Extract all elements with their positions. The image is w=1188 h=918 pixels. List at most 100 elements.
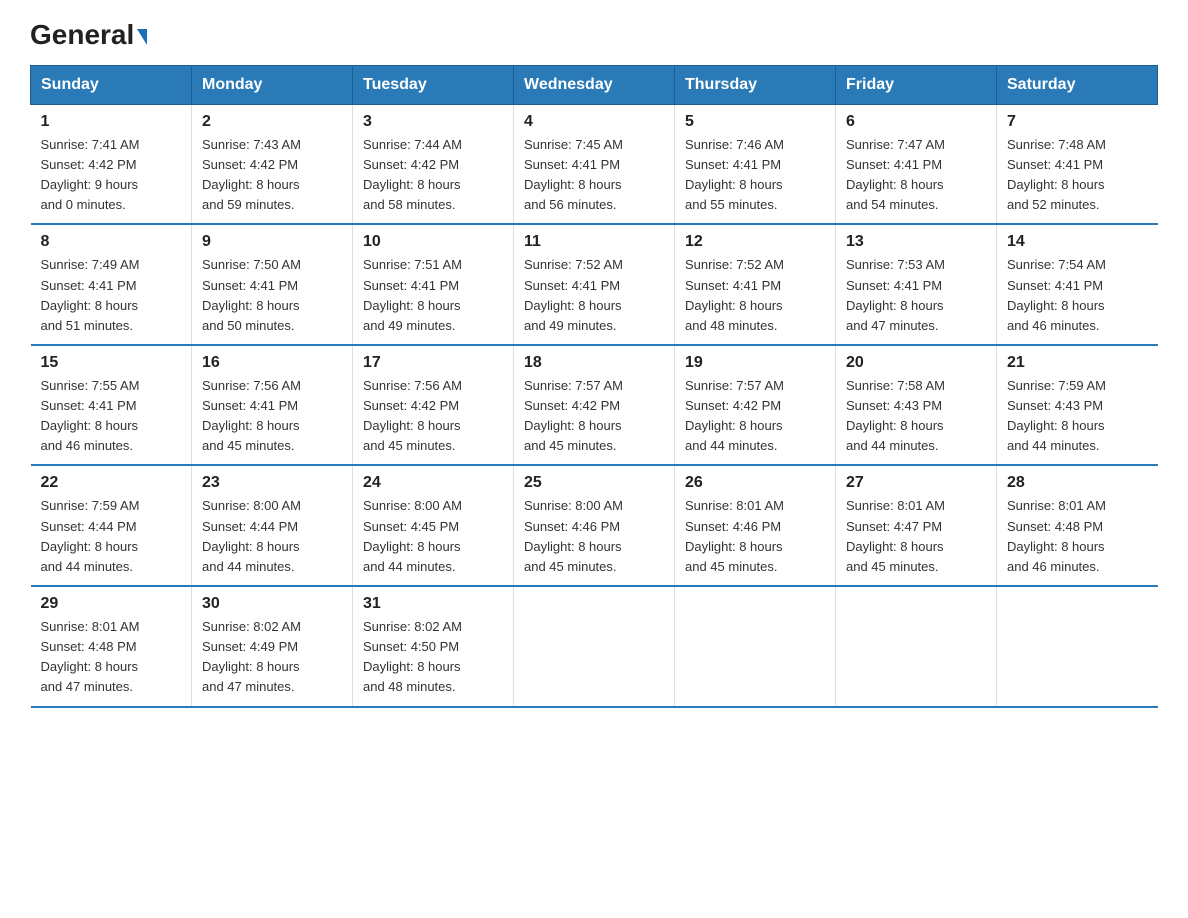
day-info: Sunrise: 7:43 AMSunset: 4:42 PMDaylight:… <box>202 135 342 216</box>
day-info: Sunrise: 7:46 AMSunset: 4:41 PMDaylight:… <box>685 135 825 216</box>
day-info: Sunrise: 8:01 AMSunset: 4:48 PMDaylight:… <box>1007 496 1148 577</box>
day-info: Sunrise: 7:48 AMSunset: 4:41 PMDaylight:… <box>1007 135 1148 216</box>
calendar-cell: 17 Sunrise: 7:56 AMSunset: 4:42 PMDaylig… <box>353 345 514 466</box>
day-number: 7 <box>1007 113 1148 131</box>
calendar-header: SundayMondayTuesdayWednesdayThursdayFrid… <box>31 65 1158 104</box>
weekday-header-thursday: Thursday <box>675 65 836 104</box>
day-number: 15 <box>41 354 182 372</box>
calendar-cell: 30 Sunrise: 8:02 AMSunset: 4:49 PMDaylig… <box>192 586 353 707</box>
day-number: 29 <box>41 595 182 613</box>
day-number: 17 <box>363 354 503 372</box>
day-info: Sunrise: 7:49 AMSunset: 4:41 PMDaylight:… <box>41 255 182 336</box>
day-number: 30 <box>202 595 342 613</box>
day-info: Sunrise: 8:02 AMSunset: 4:49 PMDaylight:… <box>202 617 342 698</box>
calendar-cell <box>836 586 997 707</box>
calendar-cell: 12 Sunrise: 7:52 AMSunset: 4:41 PMDaylig… <box>675 224 836 345</box>
day-number: 2 <box>202 113 342 131</box>
day-info: Sunrise: 8:01 AMSunset: 4:46 PMDaylight:… <box>685 496 825 577</box>
calendar-week-row: 22 Sunrise: 7:59 AMSunset: 4:44 PMDaylig… <box>31 465 1158 586</box>
day-number: 25 <box>524 474 664 492</box>
calendar-cell: 4 Sunrise: 7:45 AMSunset: 4:41 PMDayligh… <box>514 104 675 224</box>
day-number: 3 <box>363 113 503 131</box>
logo-name: General <box>30 20 147 51</box>
day-number: 4 <box>524 113 664 131</box>
calendar-cell: 19 Sunrise: 7:57 AMSunset: 4:42 PMDaylig… <box>675 345 836 466</box>
logo: General <box>30 20 147 47</box>
day-number: 31 <box>363 595 503 613</box>
day-number: 12 <box>685 233 825 251</box>
calendar-cell: 11 Sunrise: 7:52 AMSunset: 4:41 PMDaylig… <box>514 224 675 345</box>
day-info: Sunrise: 8:01 AMSunset: 4:48 PMDaylight:… <box>41 617 182 698</box>
calendar-cell <box>675 586 836 707</box>
day-info: Sunrise: 7:59 AMSunset: 4:44 PMDaylight:… <box>41 496 182 577</box>
day-number: 21 <box>1007 354 1148 372</box>
day-number: 11 <box>524 233 664 251</box>
calendar-cell: 20 Sunrise: 7:58 AMSunset: 4:43 PMDaylig… <box>836 345 997 466</box>
calendar-week-row: 15 Sunrise: 7:55 AMSunset: 4:41 PMDaylig… <box>31 345 1158 466</box>
calendar-cell: 25 Sunrise: 8:00 AMSunset: 4:46 PMDaylig… <box>514 465 675 586</box>
calendar-body: 1 Sunrise: 7:41 AMSunset: 4:42 PMDayligh… <box>31 104 1158 706</box>
day-number: 1 <box>41 113 182 131</box>
day-number: 10 <box>363 233 503 251</box>
calendar-cell: 22 Sunrise: 7:59 AMSunset: 4:44 PMDaylig… <box>31 465 192 586</box>
day-info: Sunrise: 7:56 AMSunset: 4:42 PMDaylight:… <box>363 376 503 457</box>
day-info: Sunrise: 7:58 AMSunset: 4:43 PMDaylight:… <box>846 376 986 457</box>
day-info: Sunrise: 8:02 AMSunset: 4:50 PMDaylight:… <box>363 617 503 698</box>
calendar-table: SundayMondayTuesdayWednesdayThursdayFrid… <box>30 65 1158 708</box>
day-info: Sunrise: 7:50 AMSunset: 4:41 PMDaylight:… <box>202 255 342 336</box>
calendar-cell <box>997 586 1158 707</box>
day-info: Sunrise: 7:53 AMSunset: 4:41 PMDaylight:… <box>846 255 986 336</box>
calendar-cell: 1 Sunrise: 7:41 AMSunset: 4:42 PMDayligh… <box>31 104 192 224</box>
page-header: General <box>30 20 1158 47</box>
calendar-week-row: 1 Sunrise: 7:41 AMSunset: 4:42 PMDayligh… <box>31 104 1158 224</box>
weekday-header-wednesday: Wednesday <box>514 65 675 104</box>
day-number: 6 <box>846 113 986 131</box>
day-number: 23 <box>202 474 342 492</box>
day-info: Sunrise: 7:57 AMSunset: 4:42 PMDaylight:… <box>685 376 825 457</box>
calendar-cell: 29 Sunrise: 8:01 AMSunset: 4:48 PMDaylig… <box>31 586 192 707</box>
day-info: Sunrise: 7:41 AMSunset: 4:42 PMDaylight:… <box>41 135 182 216</box>
weekday-header-friday: Friday <box>836 65 997 104</box>
day-number: 26 <box>685 474 825 492</box>
calendar-cell: 10 Sunrise: 7:51 AMSunset: 4:41 PMDaylig… <box>353 224 514 345</box>
day-number: 20 <box>846 354 986 372</box>
calendar-cell: 8 Sunrise: 7:49 AMSunset: 4:41 PMDayligh… <box>31 224 192 345</box>
calendar-cell: 23 Sunrise: 8:00 AMSunset: 4:44 PMDaylig… <box>192 465 353 586</box>
calendar-cell: 15 Sunrise: 7:55 AMSunset: 4:41 PMDaylig… <box>31 345 192 466</box>
day-info: Sunrise: 7:51 AMSunset: 4:41 PMDaylight:… <box>363 255 503 336</box>
day-info: Sunrise: 7:57 AMSunset: 4:42 PMDaylight:… <box>524 376 664 457</box>
weekday-header-sunday: Sunday <box>31 65 192 104</box>
calendar-cell: 7 Sunrise: 7:48 AMSunset: 4:41 PMDayligh… <box>997 104 1158 224</box>
calendar-cell: 16 Sunrise: 7:56 AMSunset: 4:41 PMDaylig… <box>192 345 353 466</box>
calendar-cell: 26 Sunrise: 8:01 AMSunset: 4:46 PMDaylig… <box>675 465 836 586</box>
day-number: 8 <box>41 233 182 251</box>
day-info: Sunrise: 7:45 AMSunset: 4:41 PMDaylight:… <box>524 135 664 216</box>
calendar-cell: 21 Sunrise: 7:59 AMSunset: 4:43 PMDaylig… <box>997 345 1158 466</box>
weekday-header-saturday: Saturday <box>997 65 1158 104</box>
day-number: 18 <box>524 354 664 372</box>
calendar-cell: 13 Sunrise: 7:53 AMSunset: 4:41 PMDaylig… <box>836 224 997 345</box>
day-info: Sunrise: 8:00 AMSunset: 4:46 PMDaylight:… <box>524 496 664 577</box>
calendar-week-row: 8 Sunrise: 7:49 AMSunset: 4:41 PMDayligh… <box>31 224 1158 345</box>
calendar-cell: 27 Sunrise: 8:01 AMSunset: 4:47 PMDaylig… <box>836 465 997 586</box>
calendar-cell: 2 Sunrise: 7:43 AMSunset: 4:42 PMDayligh… <box>192 104 353 224</box>
day-number: 22 <box>41 474 182 492</box>
day-info: Sunrise: 8:00 AMSunset: 4:44 PMDaylight:… <box>202 496 342 577</box>
day-number: 14 <box>1007 233 1148 251</box>
calendar-cell: 31 Sunrise: 8:02 AMSunset: 4:50 PMDaylig… <box>353 586 514 707</box>
day-info: Sunrise: 8:01 AMSunset: 4:47 PMDaylight:… <box>846 496 986 577</box>
calendar-week-row: 29 Sunrise: 8:01 AMSunset: 4:48 PMDaylig… <box>31 586 1158 707</box>
calendar-cell: 28 Sunrise: 8:01 AMSunset: 4:48 PMDaylig… <box>997 465 1158 586</box>
day-info: Sunrise: 7:54 AMSunset: 4:41 PMDaylight:… <box>1007 255 1148 336</box>
weekday-header-row: SundayMondayTuesdayWednesdayThursdayFrid… <box>31 65 1158 104</box>
day-info: Sunrise: 8:00 AMSunset: 4:45 PMDaylight:… <box>363 496 503 577</box>
day-info: Sunrise: 7:52 AMSunset: 4:41 PMDaylight:… <box>524 255 664 336</box>
calendar-cell: 24 Sunrise: 8:00 AMSunset: 4:45 PMDaylig… <box>353 465 514 586</box>
calendar-cell: 5 Sunrise: 7:46 AMSunset: 4:41 PMDayligh… <box>675 104 836 224</box>
day-number: 28 <box>1007 474 1148 492</box>
day-number: 13 <box>846 233 986 251</box>
day-number: 24 <box>363 474 503 492</box>
day-number: 9 <box>202 233 342 251</box>
day-info: Sunrise: 7:44 AMSunset: 4:42 PMDaylight:… <box>363 135 503 216</box>
day-number: 5 <box>685 113 825 131</box>
